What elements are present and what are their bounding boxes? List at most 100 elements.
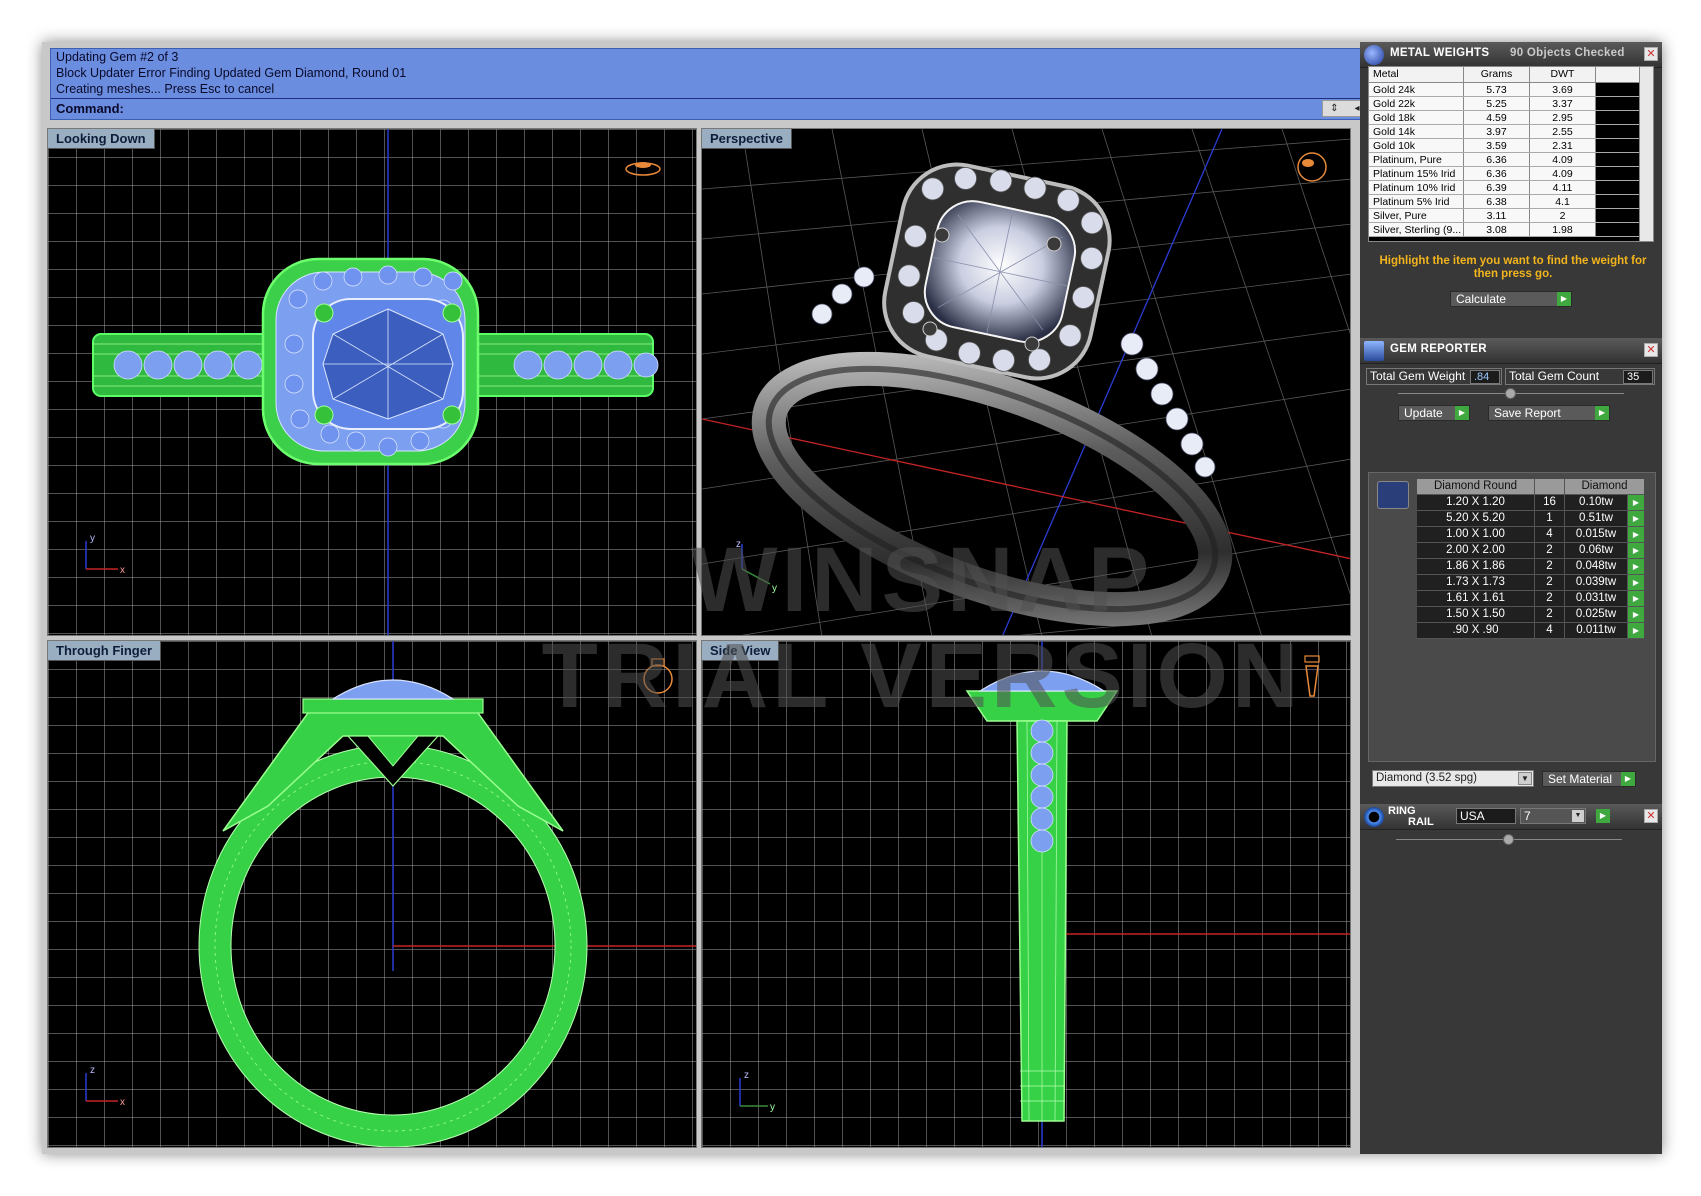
- panel-resize-knob[interactable]: [1503, 834, 1514, 845]
- table-row[interactable]: Silver, Pure 3.11 2: [1369, 209, 1653, 223]
- go-arrow-icon[interactable]: ▶: [1596, 809, 1610, 823]
- table-cell: .90 X .90: [1417, 623, 1535, 638]
- metal-weights-icon: [1364, 45, 1384, 65]
- go-arrow-icon[interactable]: ▶: [1628, 527, 1644, 542]
- metal-weights-table[interactable]: Metal Grams DWT Gold 24k 5.73 3.69 Gold 22k…: [1368, 66, 1654, 242]
- ring-rail-header: RING RAIL USA 7 ▼ ▶ ✕: [1360, 804, 1662, 830]
- viewport-looking-down[interactable]: Looking Down y x: [47, 128, 697, 636]
- gem-reporter-icon: [1364, 341, 1384, 361]
- table-cell: Gold 14k: [1369, 125, 1464, 138]
- go-arrow-icon: ▶: [1595, 406, 1609, 420]
- table-row[interactable]: 1.86 X 1.86 2 0.048tw ▶: [1417, 559, 1644, 575]
- wireframe-top-view: y x: [85, 129, 661, 635]
- command-history[interactable]: Updating Gem #2 of 3 Block Updater Error…: [50, 48, 1395, 120]
- svg-text:z: z: [744, 1070, 749, 1081]
- table-row[interactable]: Gold 18k 4.59 2.95: [1369, 111, 1653, 125]
- ring-rail-title-2: RAIL: [1408, 816, 1434, 828]
- viewport-title[interactable]: Through Finger: [48, 641, 162, 661]
- table-row[interactable]: Platinum 10% Irid 6.39 4.11: [1369, 181, 1653, 195]
- metal-weights-title: METAL WEIGHTS: [1390, 47, 1490, 59]
- set-material-button[interactable]: Set Material ▶: [1542, 771, 1636, 787]
- table-cell: 3.11: [1464, 209, 1530, 222]
- table-row[interactable]: 1.50 X 1.50 2 0.025tw ▶: [1417, 607, 1644, 623]
- table-cell: 16: [1535, 495, 1565, 510]
- table-row[interactable]: 1.00 X 1.00 4 0.015tw ▶: [1417, 527, 1644, 543]
- table-cell: 5.20 X 5.20: [1417, 511, 1535, 526]
- table-cell: 5.73: [1464, 83, 1530, 96]
- table-cell: 3.69: [1530, 83, 1596, 96]
- table-row[interactable]: 1.73 X 1.73 2 0.039tw ▶: [1417, 575, 1644, 591]
- table-row[interactable]: 5.20 X 5.20 1 0.51tw ▶: [1417, 511, 1644, 527]
- viewport-title[interactable]: Looking Down: [48, 129, 155, 149]
- table-cell: Silver, Pure: [1369, 209, 1464, 222]
- panel-resize-knob[interactable]: [1505, 388, 1516, 399]
- table-row[interactable]: Gold 14k 3.97 2.55: [1369, 125, 1653, 139]
- table-cell: 4: [1535, 527, 1565, 542]
- go-arrow-icon[interactable]: ▶: [1628, 623, 1644, 638]
- close-icon[interactable]: ✕: [1644, 809, 1658, 823]
- go-arrow-icon[interactable]: ▶: [1628, 495, 1644, 510]
- table-cell: 0.51tw: [1565, 511, 1628, 526]
- go-arrow-icon[interactable]: ▶: [1628, 575, 1644, 590]
- table-cell: 4: [1535, 623, 1565, 638]
- update-button[interactable]: Update ▶: [1398, 405, 1470, 421]
- table-row[interactable]: Gold 10k 3.59 2.31: [1369, 139, 1653, 153]
- go-arrow-icon: ▶: [1455, 406, 1469, 420]
- table-row[interactable]: 2.00 X 2.00 2 0.06tw ▶: [1417, 543, 1644, 559]
- table-cell: 2.55: [1530, 125, 1596, 138]
- app-window: Updating Gem #2 of 3 Block Updater Error…: [42, 42, 1662, 1154]
- diamond-round-icon: [1377, 481, 1409, 509]
- go-arrow-icon[interactable]: ▶: [1628, 511, 1644, 526]
- close-icon[interactable]: ✕: [1644, 343, 1658, 357]
- table-row[interactable]: 1.61 X 1.61 2 0.031tw ▶: [1417, 591, 1644, 607]
- viewport-perspective[interactable]: Perspective z y: [701, 128, 1351, 636]
- table-scrollbar[interactable]: [1639, 67, 1653, 241]
- go-arrow-icon[interactable]: ▶: [1628, 559, 1644, 574]
- table-cell: Gold 22k: [1369, 97, 1464, 110]
- go-arrow-icon[interactable]: ▶: [1628, 543, 1644, 558]
- svg-text:x: x: [120, 565, 125, 576]
- table-cell: 5.25: [1464, 97, 1530, 110]
- table-cell: 1.86 X 1.86: [1417, 559, 1535, 574]
- table-row[interactable]: Gold 24k 5.73 3.69: [1369, 83, 1653, 97]
- table-row[interactable]: Platinum, Pure 6.36 4.09: [1369, 153, 1653, 167]
- right-panel: METAL WEIGHTS 90 Objects Checked ✕ Metal…: [1360, 42, 1662, 1154]
- table-cell: 4.11: [1530, 181, 1596, 194]
- table-cell: Platinum 10% Irid: [1369, 181, 1464, 194]
- table-cell: 2: [1530, 209, 1596, 222]
- viewport-side-view[interactable]: Side View z y: [701, 640, 1351, 1148]
- gem-report-area: Diamond Round Diamond 1.20 X 1.20 16 0.10t…: [1368, 472, 1656, 762]
- save-report-button[interactable]: Save Report ▶: [1488, 405, 1610, 421]
- wireframe-front-view: z x: [85, 641, 696, 1147]
- view-cube-icon: [625, 162, 661, 176]
- table-cell: 6.36: [1464, 153, 1530, 166]
- ring-size-select[interactable]: 7 ▼: [1520, 808, 1586, 824]
- table-row[interactable]: Silver, Sterling (9... 3.08 1.98: [1369, 223, 1653, 237]
- table-cell: Platinum, Pure: [1369, 153, 1464, 166]
- table-row[interactable]: 1.20 X 1.20 16 0.10tw ▶: [1417, 495, 1644, 511]
- spin-icon[interactable]: ⇕: [1323, 101, 1346, 116]
- go-arrow-icon[interactable]: ▶: [1628, 607, 1644, 622]
- wireframe-side-view: z y: [739, 641, 1350, 1147]
- close-icon[interactable]: ✕: [1644, 47, 1658, 61]
- table-row[interactable]: .90 X .90 4 0.011tw ▶: [1417, 623, 1644, 639]
- command-line[interactable]: Command: ⇕ ◂ ▸: [51, 98, 1394, 119]
- gem-report-table[interactable]: Diamond Round Diamond 1.20 X 1.20 16 0.10t…: [1417, 479, 1644, 639]
- table-cell: Platinum 15% Irid: [1369, 167, 1464, 180]
- calculate-button[interactable]: Calculate ▶: [1450, 291, 1572, 307]
- table-row[interactable]: Platinum 15% Irid 6.36 4.09: [1369, 167, 1653, 181]
- ring-region-field[interactable]: USA: [1456, 808, 1516, 824]
- table-header: Metal Grams DWT: [1369, 67, 1653, 83]
- table-cell: 4.09: [1530, 167, 1596, 180]
- table-row[interactable]: Gold 22k 5.25 3.37: [1369, 97, 1653, 111]
- table-cell: 1.61 X 1.61: [1417, 591, 1535, 606]
- table-row[interactable]: Platinum 5% Irid 6.38 4.1: [1369, 195, 1653, 209]
- viewport-through-finger[interactable]: Through Finger z x: [47, 640, 697, 1148]
- material-select[interactable]: Diamond (3.52 spg) ▼: [1372, 770, 1534, 787]
- viewport-title[interactable]: Perspective: [702, 129, 792, 149]
- table-cell: 1.73 X 1.73: [1417, 575, 1535, 590]
- go-arrow-icon[interactable]: ▶: [1628, 591, 1644, 606]
- table-cell: 1: [1535, 511, 1565, 526]
- viewport-title[interactable]: Side View: [702, 641, 780, 661]
- table-cell: 2: [1535, 575, 1565, 590]
